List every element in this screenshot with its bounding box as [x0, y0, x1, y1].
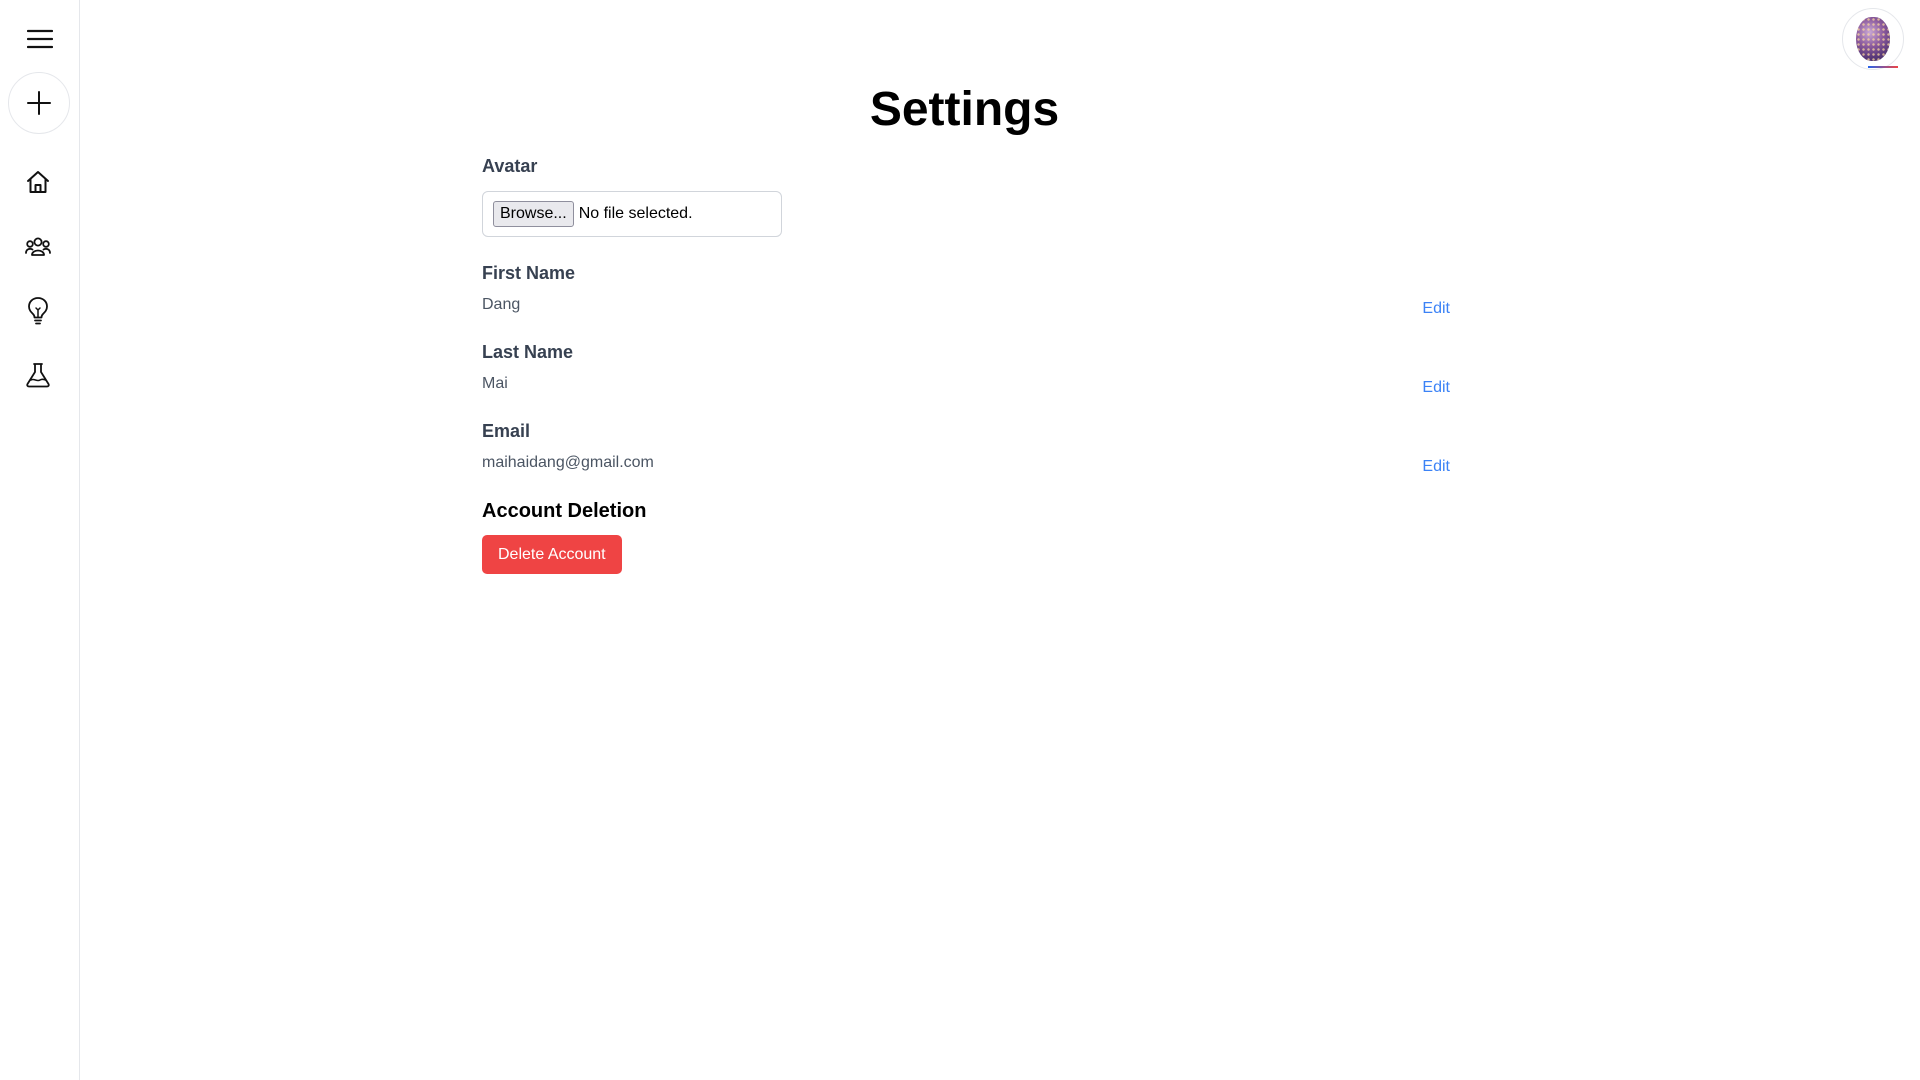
home-icon [27, 171, 49, 193]
nav-ideas[interactable] [18, 294, 58, 328]
menu-icon[interactable] [20, 24, 60, 54]
avatar-section: Avatar Browse... No file selected. [482, 156, 1450, 237]
last-name-row: Last Name Mai Edit [482, 342, 1450, 396]
email-row: Email maihaidang@gmail.com Edit [482, 421, 1450, 475]
last-name-value: Mai [482, 375, 508, 392]
edit-first-name-link[interactable]: Edit [1422, 300, 1450, 318]
user-avatar-button[interactable] [1842, 8, 1904, 70]
email-label: Email [482, 421, 531, 441]
email-value: maihaidang@gmail.com [482, 454, 654, 471]
flask-icon [26, 363, 50, 388]
new-button[interactable] [8, 72, 70, 134]
edit-last-name-link[interactable]: Edit [1422, 379, 1450, 397]
avatar-underline [1868, 66, 1898, 68]
edit-email-link[interactable]: Edit [1422, 458, 1450, 476]
community-icon [25, 237, 51, 256]
avatar-file-input[interactable]: Browse... No file selected. [482, 191, 782, 237]
first-name-value: Dang [482, 296, 521, 313]
nav-home[interactable] [18, 166, 58, 198]
account-deletion-section: Account Deletion Delete Account [482, 500, 1450, 574]
plus-icon [27, 91, 51, 115]
settings-form: Avatar Browse... No file selected. First… [482, 156, 1450, 574]
page-title: Settings [869, 83, 1060, 136]
file-status: No file selected. [578, 205, 693, 222]
sidebar [0, 0, 80, 1080]
delete-account-button[interactable]: Delete Account [482, 535, 622, 574]
last-name-label: Last Name [482, 342, 574, 362]
account-deletion-heading: Account Deletion [482, 500, 647, 522]
lightbulb-icon [28, 297, 48, 325]
browse-button[interactable]: Browse... [493, 201, 574, 227]
first-name-row: First Name Dang Edit [482, 263, 1450, 317]
nav-lab[interactable] [18, 358, 58, 392]
first-name-label: First Name [482, 263, 576, 283]
avatar-label: Avatar [482, 156, 538, 176]
nav-community[interactable] [18, 231, 58, 263]
avatar [1856, 17, 1890, 61]
